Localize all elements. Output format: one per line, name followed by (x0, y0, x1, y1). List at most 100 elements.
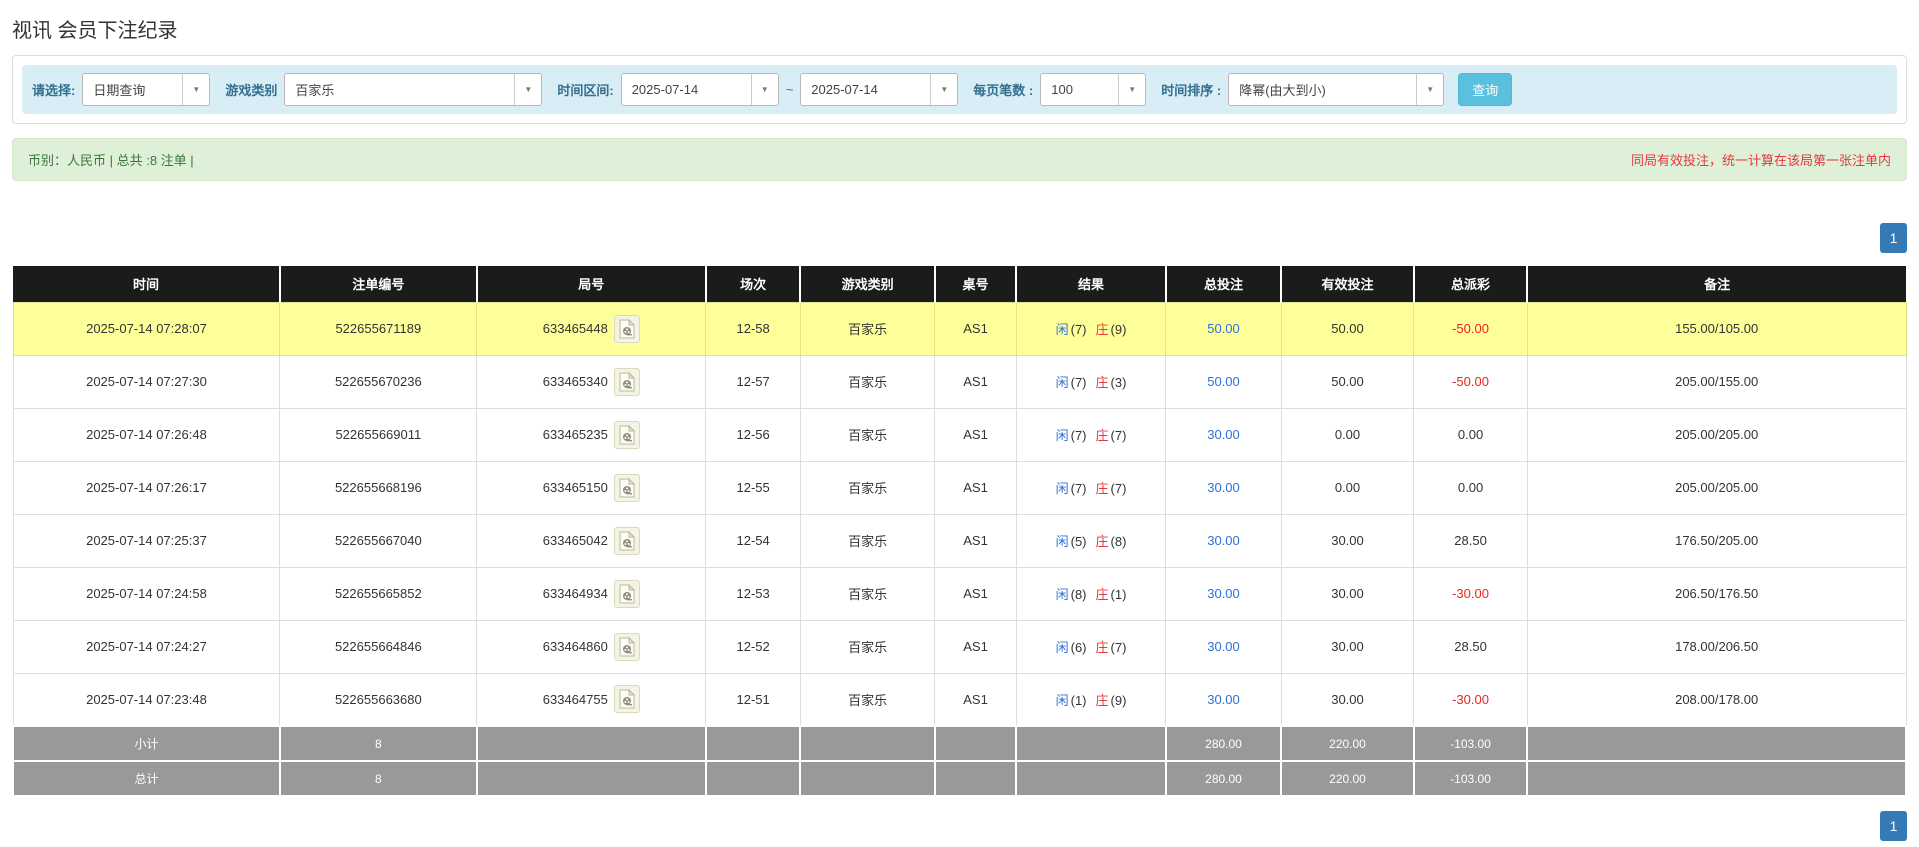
cell-total-bet[interactable]: 30.00 (1166, 567, 1281, 620)
cell-table-no: AS1 (935, 514, 1016, 567)
cell-total-bet[interactable]: 30.00 (1166, 408, 1281, 461)
cell-remark: 176.50/205.00 (1527, 514, 1906, 567)
table-row: 2025-07-14 07:24:58 522655665852 6334649… (13, 567, 1906, 620)
date-from-select[interactable]: 2025-07-14 ▼ (621, 73, 779, 106)
col-valid-bet: 有效投注 (1281, 266, 1414, 302)
cell-total-bet[interactable]: 30.00 (1166, 673, 1281, 726)
cell-result: 闲(7)庄(9) (1016, 302, 1166, 355)
table-row: 2025-07-14 07:26:17 522655668196 6334651… (13, 461, 1906, 514)
cell-valid-bet: 50.00 (1281, 355, 1414, 408)
cell-valid-bet: 0.00 (1281, 461, 1414, 514)
total-count: 8 (280, 761, 477, 796)
col-total-bet: 总投注 (1166, 266, 1281, 302)
date-to-select[interactable]: 2025-07-14 ▼ (800, 73, 958, 106)
subtotal-label: 小计 (13, 726, 280, 761)
cell-table-no: AS1 (935, 302, 1016, 355)
cell-result: 闲(7)庄(7) (1016, 408, 1166, 461)
cell-bet-no: 522655664846 (280, 620, 477, 673)
table-row: 2025-07-14 07:23:48 522655663680 6334647… (13, 673, 1906, 726)
cell-total-bet[interactable]: 30.00 (1166, 514, 1281, 567)
cell-payout: 0.00 (1414, 408, 1528, 461)
cell-payout: -50.00 (1414, 302, 1528, 355)
total-label: 总计 (13, 761, 280, 796)
cell-payout: -30.00 (1414, 673, 1528, 726)
table-header-row: 时间 注单编号 局号 场次 游戏类别 桌号 结果 总投注 有效投注 总派彩 备注 (13, 266, 1906, 302)
cell-result: 闲(8)庄(1) (1016, 567, 1166, 620)
query-type-value: 日期查询 (83, 74, 182, 105)
cell-result: 闲(5)庄(8) (1016, 514, 1166, 567)
col-game-type: 游戏类别 (800, 266, 934, 302)
game-type-label: 游戏类别 (225, 80, 277, 99)
cell-result: 闲(1)庄(9) (1016, 673, 1166, 726)
date-from-value: 2025-07-14 (622, 74, 751, 105)
chevron-down-icon: ▼ (1118, 74, 1145, 105)
cell-remark: 205.00/205.00 (1527, 408, 1906, 461)
sort-order-value: 降幂(由大到小) (1229, 74, 1416, 105)
cell-time: 2025-07-14 07:27:30 (13, 355, 280, 408)
cell-table-no: AS1 (935, 408, 1016, 461)
col-session: 场次 (706, 266, 801, 302)
summary-bar: 币别：人民币 | 总共 :8 注单 | 同局有效投注，统一计算在该局第一张注单内 (12, 138, 1907, 181)
video-icon[interactable] (614, 368, 640, 396)
cell-total-bet[interactable]: 50.00 (1166, 355, 1281, 408)
subtotal-total-bet: 280.00 (1166, 726, 1281, 761)
video-icon[interactable] (614, 527, 640, 555)
cell-remark: 178.00/206.50 (1527, 620, 1906, 673)
cell-total-bet[interactable]: 30.00 (1166, 620, 1281, 673)
search-button[interactable]: 查询 (1458, 73, 1512, 106)
table-row: 2025-07-14 07:27:30 522655670236 6334653… (13, 355, 1906, 408)
video-icon[interactable] (614, 685, 640, 713)
round-no-text: 633464755 (543, 692, 608, 707)
cell-game: 百家乐 (800, 408, 934, 461)
cell-session: 12-54 (706, 514, 801, 567)
cell-remark: 206.50/176.50 (1527, 567, 1906, 620)
col-bet-no: 注单编号 (280, 266, 477, 302)
col-remark: 备注 (1527, 266, 1906, 302)
page-1-button[interactable]: 1 (1880, 811, 1907, 841)
time-range-label: 时间区间: (557, 80, 613, 99)
round-no-text: 633465340 (543, 374, 608, 389)
total-row: 总计 8 280.00 220.00 -103.00 (13, 761, 1906, 796)
cell-game: 百家乐 (800, 620, 934, 673)
page-1-button[interactable]: 1 (1880, 223, 1907, 253)
cell-time: 2025-07-14 07:23:48 (13, 673, 280, 726)
page-size-select[interactable]: 100 ▼ (1040, 73, 1146, 106)
video-icon[interactable] (614, 315, 640, 343)
cell-time: 2025-07-14 07:26:17 (13, 461, 280, 514)
col-time: 时间 (13, 266, 280, 302)
cell-time: 2025-07-14 07:24:58 (13, 567, 280, 620)
video-icon[interactable] (614, 633, 640, 661)
cell-session: 12-51 (706, 673, 801, 726)
betting-records-table: 时间 注单编号 局号 场次 游戏类别 桌号 结果 总投注 有效投注 总派彩 备注… (12, 266, 1907, 797)
cell-total-bet[interactable]: 50.00 (1166, 302, 1281, 355)
video-icon[interactable] (614, 474, 640, 502)
round-no-text: 633465042 (543, 533, 608, 548)
cell-result: 闲(7)庄(3) (1016, 355, 1166, 408)
cell-payout: 28.50 (1414, 514, 1528, 567)
query-type-select[interactable]: 日期查询 ▼ (82, 73, 210, 106)
cell-game: 百家乐 (800, 567, 934, 620)
cell-game: 百家乐 (800, 302, 934, 355)
round-no-text: 633465150 (543, 480, 608, 495)
cell-bet-no: 522655671189 (280, 302, 477, 355)
cell-total-bet[interactable]: 30.00 (1166, 461, 1281, 514)
filter-panel: 请选择: 日期查询 ▼ 游戏类别 百家乐 ▼ 时间区间: 2025-07-14 … (12, 55, 1907, 124)
sort-order-select[interactable]: 降幂(由大到小) ▼ (1228, 73, 1444, 106)
cell-bet-no: 522655668196 (280, 461, 477, 514)
cell-round-no: 633465150 (477, 461, 706, 514)
pagination-bottom: 1 (12, 811, 1907, 841)
chevron-down-icon: ▼ (751, 74, 778, 105)
col-payout: 总派彩 (1414, 266, 1528, 302)
round-no-text: 633464860 (543, 639, 608, 654)
cell-time: 2025-07-14 07:24:27 (13, 620, 280, 673)
game-type-select[interactable]: 百家乐 ▼ (284, 73, 542, 106)
video-icon[interactable] (614, 580, 640, 608)
cell-time: 2025-07-14 07:25:37 (13, 514, 280, 567)
video-icon[interactable] (614, 421, 640, 449)
page-title: 视讯 会员下注纪录 (12, 14, 1907, 43)
cell-table-no: AS1 (935, 673, 1016, 726)
cell-payout: -50.00 (1414, 355, 1528, 408)
subtotal-count: 8 (280, 726, 477, 761)
query-type-label: 请选择: (32, 80, 75, 99)
cell-payout: -30.00 (1414, 567, 1528, 620)
